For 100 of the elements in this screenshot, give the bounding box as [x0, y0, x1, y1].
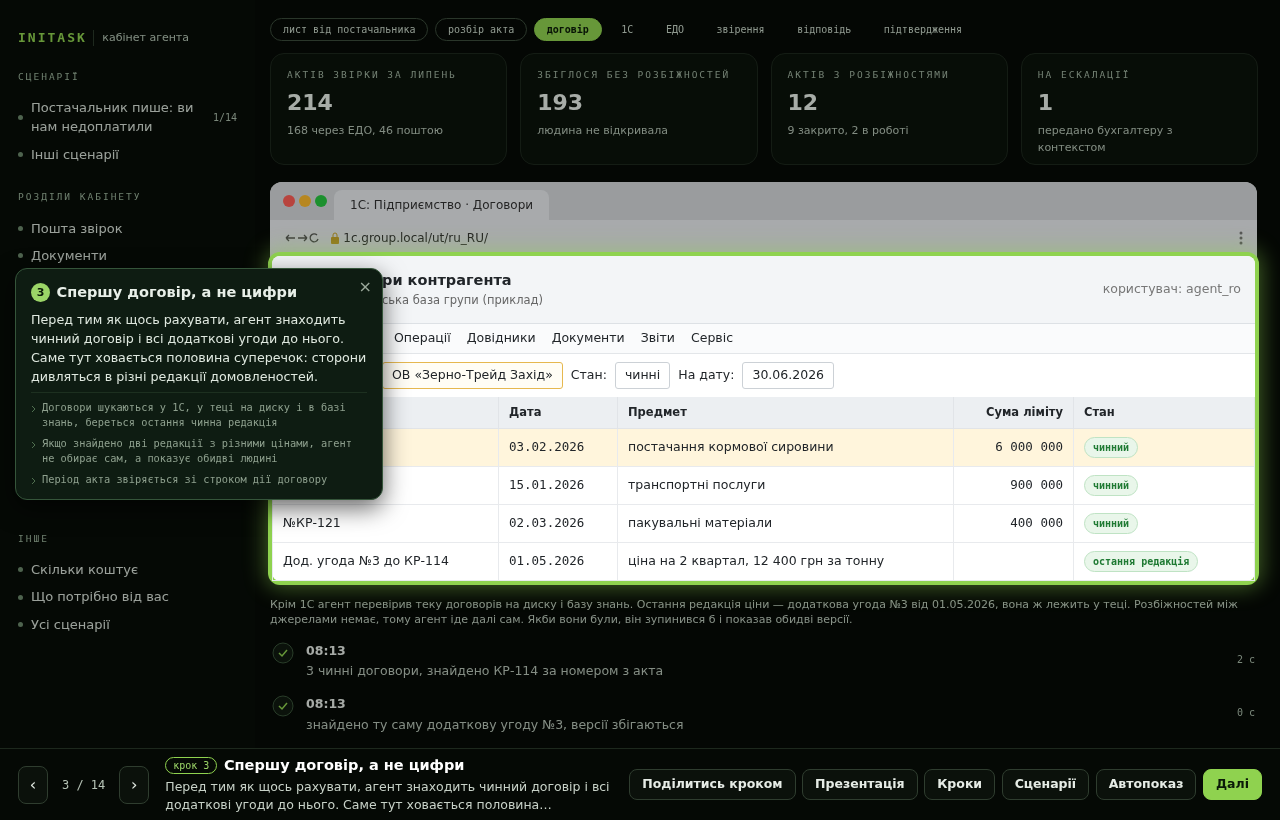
dot-icon [18, 594, 23, 600]
next-button[interactable]: › [119, 765, 150, 804]
menu-item[interactable]: Довідники [466, 329, 536, 348]
dot-icon [18, 114, 23, 120]
dot-icon [18, 225, 23, 231]
check-icon [272, 695, 294, 718]
state-field[interactable]: чинні [614, 361, 671, 389]
stat-note: людина не відкривала [537, 123, 670, 140]
user-label: користувач: agent_ro [1102, 280, 1241, 299]
footer-button[interactable]: Поділитись кроком [629, 769, 796, 800]
stat-label: АКТІВ З РОЗБІЖНОСТЯМИ [787, 68, 951, 82]
step-counter: 3 / 14 [61, 776, 106, 794]
table-cell: 900 000 [953, 466, 1074, 505]
stat-label: НА ЕСКАЛАЦІЇ [1037, 68, 1132, 82]
status-badge: чинний [1084, 512, 1139, 534]
step-tab[interactable]: ЕДО [652, 18, 697, 41]
chevron-icon [31, 440, 36, 449]
tip-text: Якщо знайдено дві редакції з різними цінами, агент не обирає сам, а показує обидві людині [42, 435, 353, 467]
dot-icon [18, 567, 23, 572]
dot-icon [18, 152, 23, 157]
app-subtitle: ська база групи (приклад) [382, 291, 544, 309]
table-cell: 400 000 [953, 504, 1074, 543]
stat-note: 168 через ЕДО, 46 поштою [287, 123, 444, 140]
chevron-icon [31, 404, 36, 413]
event-time: 08:13 [306, 695, 347, 714]
tip-text: Період акта звіряється зі строком дії договору [42, 471, 328, 487]
menu-item[interactable]: Сервіс [690, 329, 734, 348]
next-step-button[interactable]: Далі [1202, 769, 1262, 800]
footer-button[interactable]: Кроки [924, 769, 996, 800]
table-cell: №КР-121 [272, 504, 499, 543]
brand-logo: INITASK [18, 29, 87, 47]
previous-button[interactable]: ‹ [18, 765, 48, 804]
browser-tab[interactable]: 1С: Підприємство · Договори [334, 190, 550, 220]
footer-button[interactable]: Автопоказ [1095, 769, 1197, 800]
dot-icon [18, 253, 23, 259]
tip-text: Договори шукаються у 1С, у теці на диску і в базі знань, береться остання чинна редакція [42, 399, 347, 431]
step-tab[interactable]: відповідь [784, 18, 865, 41]
status-badge: чинний [1084, 436, 1139, 458]
sidebar-item[interactable]: Що потрібно від вас [18, 583, 237, 611]
sidebar-item[interactable]: Пошта звірок [18, 214, 237, 242]
event-duration: 2 с [1236, 652, 1255, 667]
table-cell: 6 000 000 [953, 428, 1074, 467]
column-header: Стан [1073, 396, 1255, 429]
field-label: Стан: [570, 365, 607, 384]
footer-button[interactable]: Сценарії [1001, 769, 1090, 800]
menu-icon [1239, 231, 1243, 245]
sidebar-item[interactable]: Усі сценарії [18, 610, 237, 639]
check-icon [272, 641, 294, 664]
stat-label: ЗБІГЛОСЯ БЕЗ РОЗБІЖНОСТЕЙ [537, 68, 732, 82]
menu-item[interactable]: Документи [551, 329, 625, 348]
step-tab[interactable]: звірення [703, 18, 778, 41]
table-cell: постачання кормової сировини [617, 428, 954, 467]
status-badge: остання редакція [1084, 550, 1199, 572]
section-title: ІНШЕ [18, 531, 50, 546]
counterparty-field[interactable]: ОВ «Зерно-Трейд Захід» [382, 361, 563, 389]
chevron-icon [31, 476, 36, 485]
menu-item[interactable]: Операції [394, 329, 451, 348]
table-cell: 15.01.2026 [498, 466, 618, 505]
stat-value: 12 [787, 89, 820, 118]
timeline-note: Крім 1С агент перевірив теку договорів на диску і базу знань. Остання редакція ціни — додаткова угода №3 від 01.05.2026, вона ж лежить у теці. Розбіжностей між джерелами немає, тому агент іде далі сам. Якби вони були, він зупинився б і показав обидві версії. [270, 596, 1239, 628]
table-cell: 01.05.2026 [498, 542, 618, 581]
step-tab[interactable]: підтвердження [870, 18, 976, 41]
table-cell: ціна на 2 квартал, 12 400 грн за тонну [617, 542, 954, 581]
section-title: РОЗДІЛИ КАБІНЕТУ [18, 190, 143, 205]
table-cell: транспортні послуги [617, 466, 954, 505]
address-bar[interactable]: 1c.group.local/ut/ru_RU/ [330, 229, 1229, 247]
step-text: Перед тим як щось рахувати, агент знаходить чинний договір і всі додаткові угоди до нього. Саме тут ховається половина… [165, 778, 611, 815]
popover-title: Спершу договір, а не цифри [56, 283, 298, 302]
popover-text: Перед тим як щось рахувати, агент знаходить чинний договір і всі додаткові угоди до нього. Саме тут ховається половина суперечок: сторони дивляться в різні редакції домовленостей. [31, 310, 367, 386]
window-controls-icon [282, 194, 328, 208]
step-tab[interactable]: договір [533, 18, 602, 41]
event-time: 08:13 [306, 641, 347, 660]
stat-value: 193 [537, 89, 585, 118]
column-header: Дата [498, 396, 618, 429]
menu-item[interactable]: Звіти [640, 329, 675, 348]
table-cell: пакувальні матеріали [617, 504, 954, 543]
sidebar-item[interactable]: Інші сценарії [18, 140, 237, 169]
lock-icon [330, 232, 340, 244]
app-title: ри контрагента [382, 271, 513, 290]
field-label: На дату: [678, 365, 735, 384]
table-cell: 02.03.2026 [498, 504, 618, 543]
step-title: Спершу договір, а не цифри [223, 755, 465, 775]
step-tab[interactable]: 1С [608, 18, 647, 41]
event-duration: 0 с [1236, 706, 1255, 721]
sidebar-item[interactable]: Скільки коштує [18, 555, 237, 584]
navigation-arrows-icon [284, 232, 320, 244]
column-header: Сума ліміту [953, 396, 1074, 429]
step-number: 3 [31, 283, 50, 303]
close-button[interactable]: × [358, 275, 372, 299]
table-cell: Дод. угода №3 до КР-114 [272, 542, 499, 581]
stat-note: 9 закрито, 2 в роботі [787, 123, 910, 140]
date-field[interactable]: 30.06.2026 [742, 361, 835, 389]
sidebar-item[interactable]: Постачальник пише: ви нам недоплатили 1/14 [18, 93, 237, 141]
footer-button[interactable]: Презентація [802, 769, 918, 800]
section-title: СЦЕНАРІЇ [18, 69, 81, 84]
column-header: Предмет [617, 396, 954, 429]
stat-value: 1 [1037, 89, 1055, 118]
sidebar-item[interactable]: Документи [18, 242, 237, 270]
stat-note: передано бухгалтеру з контекстом [1037, 123, 1174, 156]
item-count: 1/14 [212, 110, 237, 125]
